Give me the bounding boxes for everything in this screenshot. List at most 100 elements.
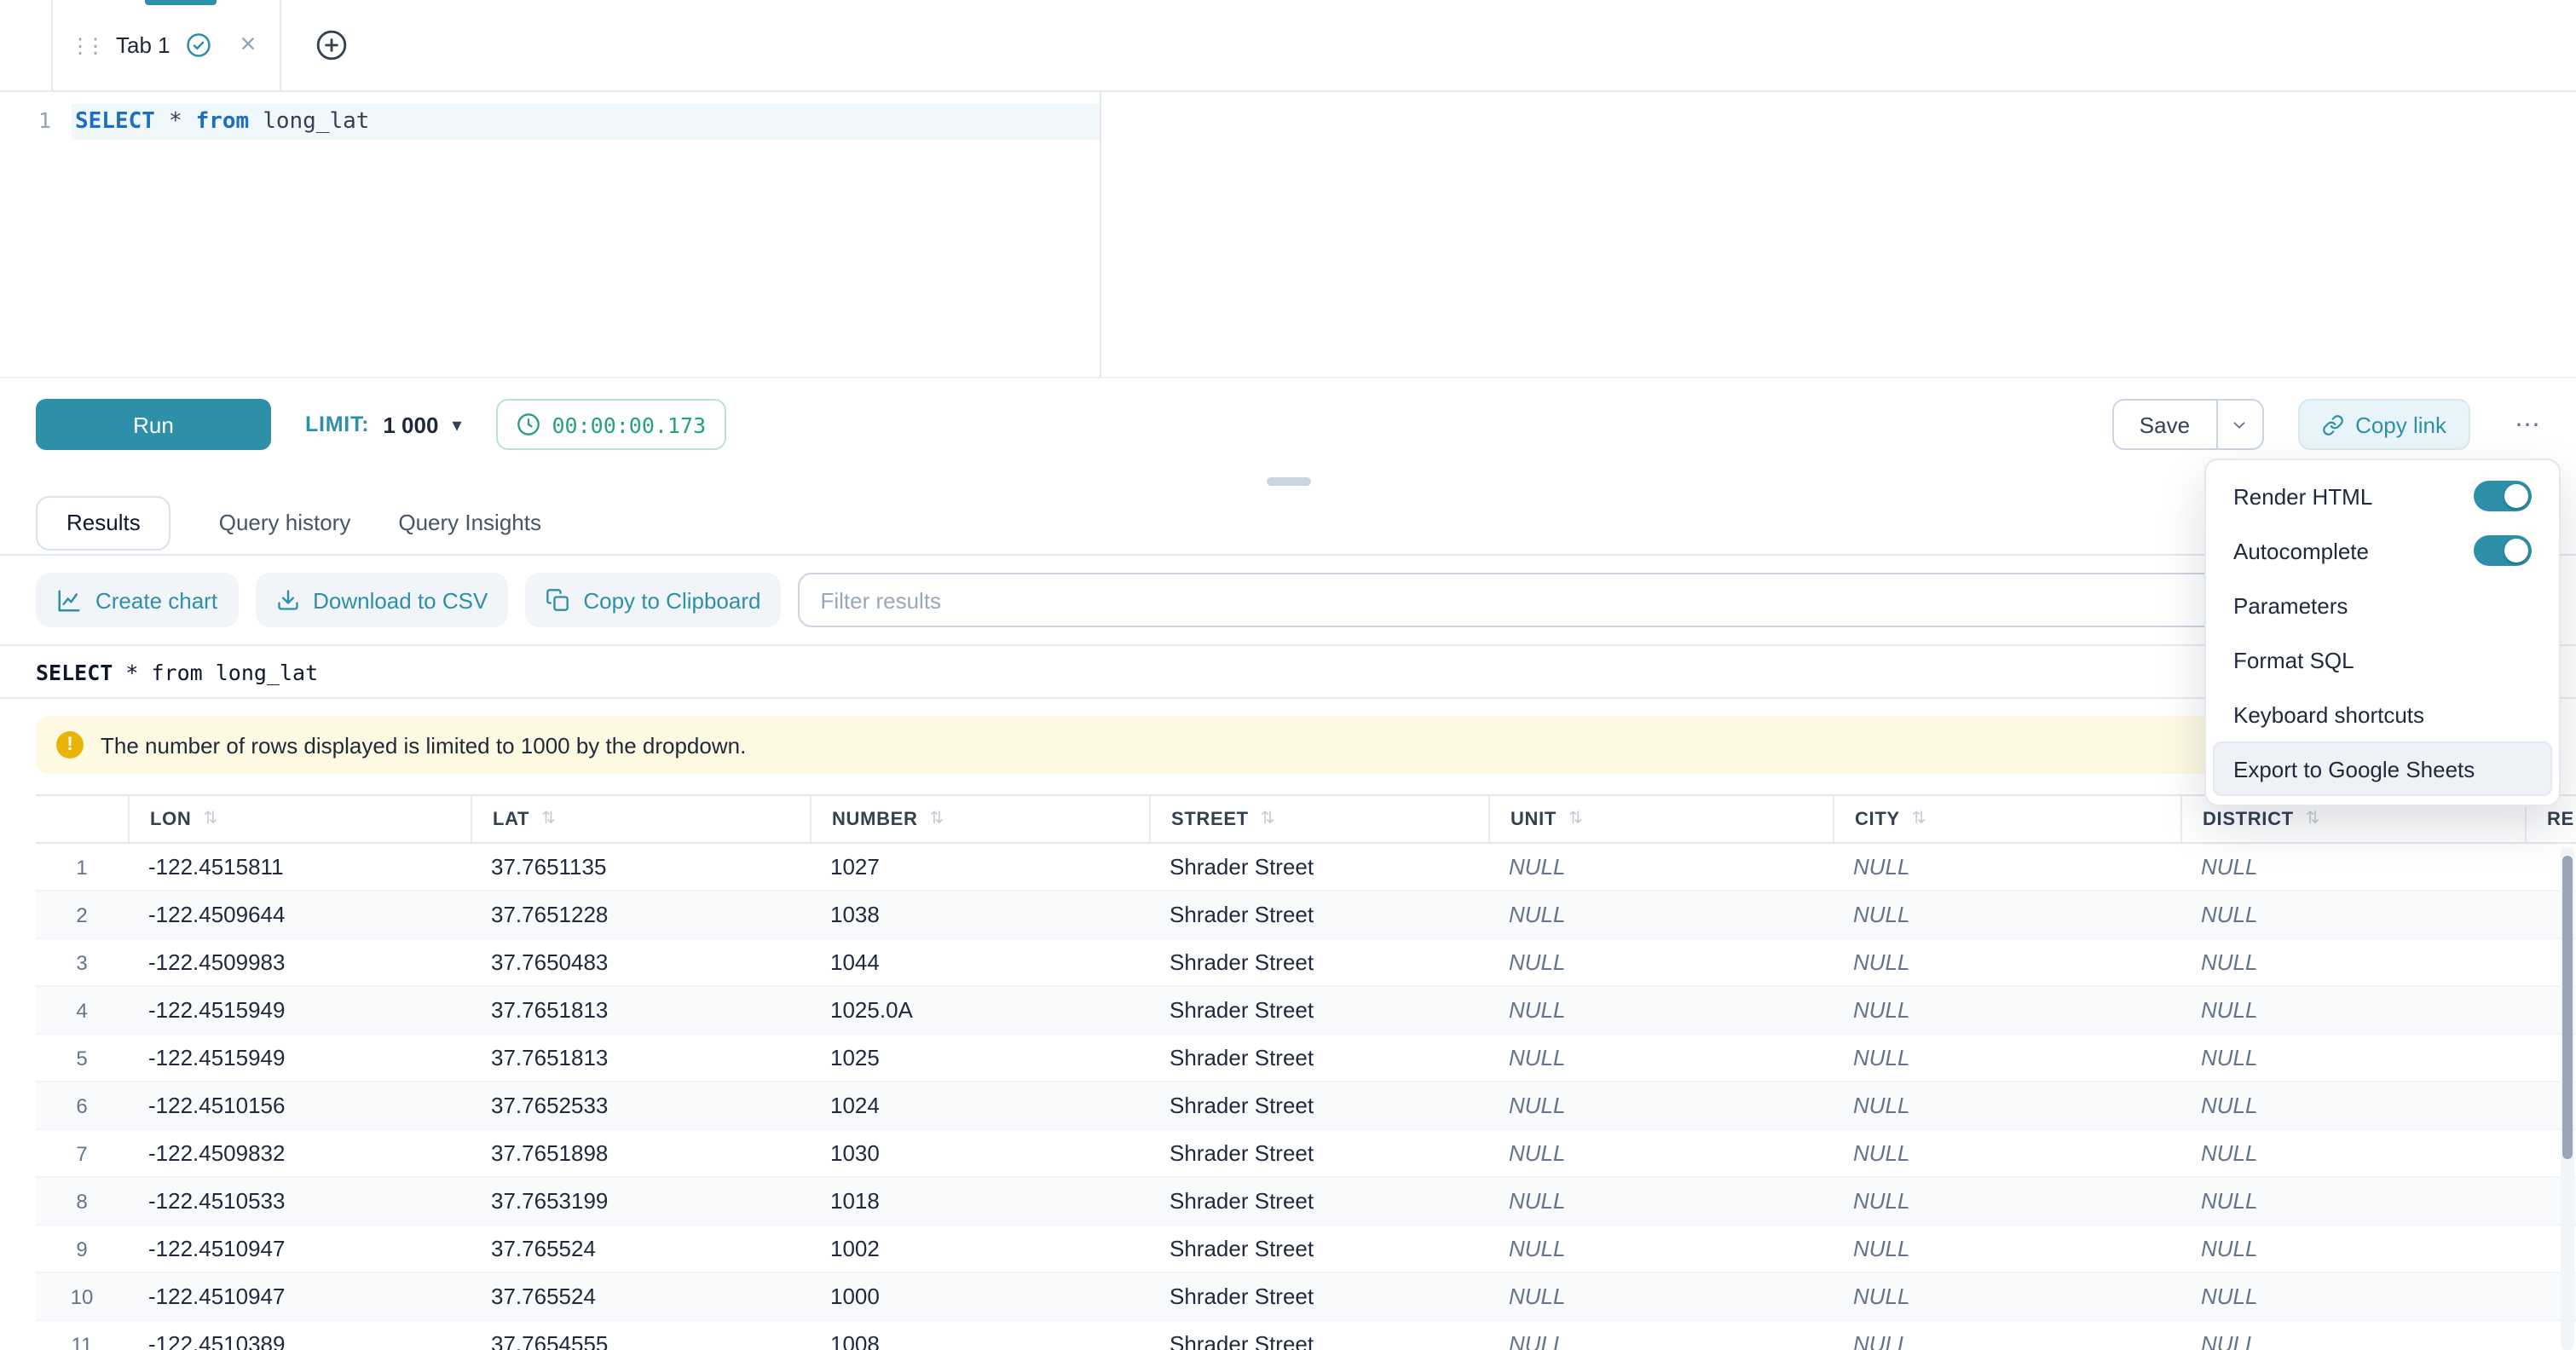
limit-dropdown[interactable]: LIMIT: 1 000 ▾ bbox=[305, 412, 462, 437]
table-cell[interactable]: 37.7651135 bbox=[471, 854, 810, 880]
table-cell[interactable]: 1008 bbox=[810, 1331, 1149, 1350]
table-cell[interactable]: Shrader Street bbox=[1149, 902, 1488, 927]
sort-icon[interactable]: ⇅ bbox=[1568, 810, 1583, 828]
table-cell[interactable]: 37.765524 bbox=[471, 1284, 810, 1309]
menu-item-parameters[interactable]: Parameters bbox=[2213, 578, 2552, 632]
table-cell[interactable]: -122.4509832 bbox=[128, 1140, 471, 1166]
table-row[interactable]: 6-122.451015637.76525331024Shrader Stree… bbox=[36, 1082, 2576, 1130]
table-row[interactable]: 2-122.450964437.76512281038Shrader Stree… bbox=[36, 891, 2576, 939]
toggle-switch[interactable] bbox=[2474, 481, 2532, 511]
tab-query-history[interactable]: Query history bbox=[219, 510, 351, 535]
save-options-button[interactable] bbox=[2215, 401, 2261, 448]
splitter-drag-handle[interactable] bbox=[1266, 476, 1310, 485]
table-cell[interactable]: 1030 bbox=[810, 1140, 1149, 1166]
sort-icon[interactable]: ⇅ bbox=[203, 810, 217, 828]
table-row[interactable]: 9-122.451094737.7655241002Shrader Street… bbox=[36, 1226, 2576, 1273]
table-cell[interactable]: -122.4515949 bbox=[128, 997, 471, 1023]
copy-link-button[interactable]: Copy link bbox=[2297, 399, 2470, 450]
editor-code-pane[interactable]: SELECT * from long_lat bbox=[72, 92, 1101, 377]
table-row[interactable]: 5-122.451594937.76518131025Shrader Stree… bbox=[36, 1035, 2576, 1082]
table-cell[interactable]: NULL bbox=[1833, 1284, 2180, 1309]
table-cell[interactable]: NULL bbox=[1488, 1093, 1833, 1118]
table-cell[interactable]: NULL bbox=[1488, 997, 1833, 1023]
table-cell[interactable]: -122.4510389 bbox=[128, 1331, 471, 1350]
column-header-street[interactable]: STREET⇅ bbox=[1149, 796, 1488, 842]
menu-item-format-sql[interactable]: Format SQL bbox=[2213, 632, 2552, 687]
table-row[interactable]: 11-122.451038937.76545551008Shrader Stre… bbox=[36, 1321, 2576, 1350]
table-cell[interactable]: 37.765524 bbox=[471, 1236, 810, 1261]
table-cell[interactable]: Shrader Street bbox=[1149, 1140, 1488, 1166]
more-options-button[interactable]: ⋯ bbox=[2504, 409, 2552, 440]
column-header-lon[interactable]: LON⇅ bbox=[128, 796, 471, 842]
table-row[interactable]: 7-122.450983237.76518981030Shrader Stree… bbox=[36, 1130, 2576, 1178]
menu-item-autocomplete[interactable]: Autocomplete bbox=[2213, 523, 2552, 578]
table-cell[interactable]: NULL bbox=[2180, 1045, 2525, 1070]
table-cell[interactable]: NULL bbox=[2180, 902, 2525, 927]
table-cell[interactable]: NULL bbox=[2180, 1140, 2525, 1166]
table-cell[interactable]: NULL bbox=[1833, 949, 2180, 975]
table-cell[interactable]: Shrader Street bbox=[1149, 854, 1488, 880]
table-cell[interactable]: 37.7653199 bbox=[471, 1188, 810, 1214]
table-cell[interactable]: 1038 bbox=[810, 902, 1149, 927]
table-cell[interactable]: -122.4515811 bbox=[128, 854, 471, 880]
drag-handle-icon[interactable]: ⋮⋮ bbox=[70, 35, 101, 55]
tab-tab1[interactable]: ⋮⋮ Tab 1 × bbox=[51, 0, 281, 90]
tab-results[interactable]: Results bbox=[36, 495, 171, 550]
table-cell[interactable]: NULL bbox=[1833, 854, 2180, 880]
table-cell[interactable]: Shrader Street bbox=[1149, 997, 1488, 1023]
table-cell[interactable]: 1000 bbox=[810, 1284, 1149, 1309]
table-cell[interactable]: NULL bbox=[2180, 1093, 2525, 1118]
table-cell[interactable]: 1044 bbox=[810, 949, 1149, 975]
table-cell[interactable]: NULL bbox=[1833, 1331, 2180, 1350]
table-cell[interactable]: -122.4515949 bbox=[128, 1045, 471, 1070]
sort-icon[interactable]: ⇅ bbox=[1261, 810, 1275, 828]
table-cell[interactable]: NULL bbox=[1833, 1236, 2180, 1261]
table-cell[interactable]: 37.7651228 bbox=[471, 902, 810, 927]
menu-item-keyboard-shortcuts[interactable]: Keyboard shortcuts bbox=[2213, 687, 2552, 741]
table-cell[interactable]: Shrader Street bbox=[1149, 1284, 1488, 1309]
table-cell[interactable]: NULL bbox=[1833, 997, 2180, 1023]
table-cell[interactable]: NULL bbox=[2180, 949, 2525, 975]
column-header-number[interactable]: NUMBER⇅ bbox=[810, 796, 1149, 842]
table-cell[interactable]: NULL bbox=[1833, 1093, 2180, 1118]
menu-item-render-html[interactable]: Render HTML bbox=[2213, 469, 2552, 523]
table-cell[interactable]: NULL bbox=[1833, 1045, 2180, 1070]
table-cell[interactable]: NULL bbox=[1488, 1188, 1833, 1214]
add-tab-button[interactable] bbox=[315, 0, 348, 90]
table-cell[interactable]: NULL bbox=[1488, 1284, 1833, 1309]
table-cell[interactable]: 37.7650483 bbox=[471, 949, 810, 975]
create-chart-button[interactable]: Create chart bbox=[36, 573, 238, 627]
download-csv-button[interactable]: Download to CSV bbox=[255, 573, 508, 627]
table-cell[interactable]: NULL bbox=[1488, 1236, 1833, 1261]
copy-clipboard-button[interactable]: Copy to Clipboard bbox=[525, 573, 781, 627]
table-cell[interactable]: Shrader Street bbox=[1149, 1045, 1488, 1070]
table-cell[interactable]: NULL bbox=[1488, 854, 1833, 880]
table-cell[interactable]: -122.4510947 bbox=[128, 1284, 471, 1309]
table-cell[interactable]: NULL bbox=[1488, 949, 1833, 975]
table-cell[interactable]: 1024 bbox=[810, 1093, 1149, 1118]
toggle-switch[interactable] bbox=[2474, 535, 2532, 566]
table-cell[interactable]: NULL bbox=[1488, 1045, 1833, 1070]
table-cell[interactable]: -122.4510156 bbox=[128, 1093, 471, 1118]
table-row[interactable]: 10-122.451094737.7655241000Shrader Stree… bbox=[36, 1273, 2576, 1321]
table-cell[interactable]: Shrader Street bbox=[1149, 1331, 1488, 1350]
column-header-lat[interactable]: LAT⇅ bbox=[471, 796, 810, 842]
sort-icon[interactable]: ⇅ bbox=[1912, 810, 1926, 828]
table-cell[interactable]: NULL bbox=[2180, 854, 2525, 880]
table-cell[interactable]: NULL bbox=[2180, 997, 2525, 1023]
table-cell[interactable]: Shrader Street bbox=[1149, 949, 1488, 975]
table-cell[interactable]: 37.7651813 bbox=[471, 1045, 810, 1070]
sql-editor[interactable]: 1 SELECT * from long_lat bbox=[0, 92, 2576, 378]
table-cell[interactable]: NULL bbox=[1488, 1331, 1833, 1350]
scrollbar-thumb[interactable] bbox=[2562, 856, 2573, 1159]
table-cell[interactable]: Shrader Street bbox=[1149, 1093, 1488, 1118]
table-cell[interactable]: Shrader Street bbox=[1149, 1236, 1488, 1261]
table-cell[interactable]: NULL bbox=[1488, 902, 1833, 927]
table-cell[interactable]: 1025.0A bbox=[810, 997, 1149, 1023]
table-cell[interactable]: 1025 bbox=[810, 1045, 1149, 1070]
table-cell[interactable]: NULL bbox=[1833, 902, 2180, 927]
column-header-city[interactable]: CITY⇅ bbox=[1833, 796, 2180, 842]
table-cell[interactable]: 37.7651898 bbox=[471, 1140, 810, 1166]
table-cell[interactable]: NULL bbox=[1833, 1188, 2180, 1214]
table-row[interactable]: 4-122.451594937.76518131025.0AShrader St… bbox=[36, 987, 2576, 1035]
